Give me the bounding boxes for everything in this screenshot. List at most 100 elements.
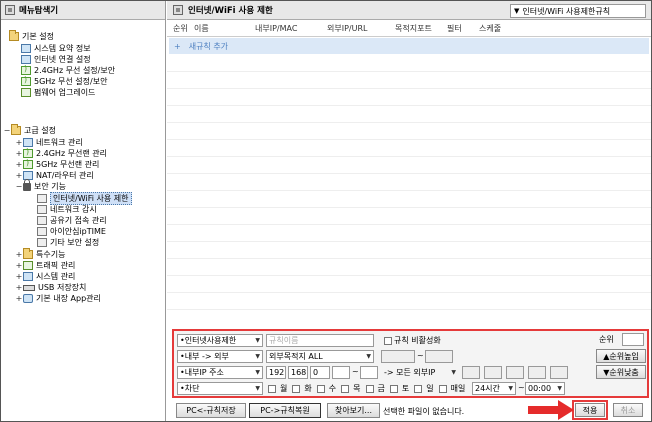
lock-icon bbox=[23, 178, 31, 191]
port-range-separator: ~ bbox=[417, 351, 424, 360]
tree-item-firmware-upgrade[interactable]: 펌웨어 업그레이드 bbox=[21, 87, 95, 98]
tree-item-iansim[interactable]: 아이안심ipTIME bbox=[37, 226, 106, 237]
tree-item-5ghz-mgmt[interactable]: + 5GHz 무선랜 관리 bbox=[15, 158, 99, 170]
expand-icon[interactable]: + bbox=[15, 294, 23, 303]
direction-select[interactable]: • 내부 -> 외부 ▼ bbox=[177, 350, 263, 363]
dest-ip-octet-2[interactable] bbox=[484, 366, 502, 379]
network-icon bbox=[23, 138, 33, 147]
tree-item-label: 트래픽 관리 bbox=[36, 261, 76, 270]
cancel-button[interactable]: 취소 bbox=[613, 403, 643, 417]
rule-list bbox=[167, 55, 651, 325]
priority-input[interactable] bbox=[622, 333, 644, 346]
expand-icon[interactable]: + bbox=[15, 272, 23, 281]
disable-rule-checkbox[interactable]: 규칙 비활성화 bbox=[384, 335, 441, 346]
tree-item-label: 기본 내장 App관리 bbox=[36, 294, 101, 303]
dest-ip-octet-1[interactable] bbox=[462, 366, 480, 379]
port-start-input[interactable] bbox=[381, 350, 415, 363]
expand-icon[interactable]: + bbox=[15, 283, 23, 292]
collapse-icon[interactable]: − bbox=[15, 182, 23, 191]
tree-item-traffic[interactable]: + 트래픽 관리 bbox=[15, 260, 75, 271]
checkbox-wed[interactable] bbox=[316, 384, 325, 393]
checkbox-mon[interactable] bbox=[268, 384, 276, 393]
col-filter: 필터 bbox=[447, 24, 462, 33]
checkbox-fri[interactable] bbox=[365, 384, 374, 393]
rule-name-input[interactable]: 규칙이름 bbox=[266, 334, 374, 347]
expand-icon[interactable]: + bbox=[15, 149, 23, 158]
ip-octet-1[interactable]: 192 bbox=[266, 366, 286, 379]
expand-icon[interactable]: + bbox=[15, 250, 23, 259]
tree-item-internet-setup[interactable]: 인터넷 연결 설정 bbox=[21, 54, 91, 65]
tree-item-network-monitor[interactable]: 네트워크 감시 bbox=[37, 204, 97, 215]
dropdown-arrow-icon: ▼ bbox=[255, 337, 260, 344]
checkbox-sun[interactable] bbox=[414, 384, 423, 393]
mode-select[interactable]: ▼ 인터넷/WiFi 사용제한규칙 bbox=[510, 4, 646, 18]
tree-item-internet-restrict[interactable]: 인터넷/WiFi 사용 제한 bbox=[37, 192, 132, 205]
priority-down-button[interactable]: ▼ 순위낮춤 bbox=[596, 365, 646, 379]
day-label: 수 bbox=[328, 384, 337, 393]
tree-item-router-access[interactable]: 공유기 접속 관리 bbox=[37, 215, 107, 226]
page-icon bbox=[173, 5, 183, 15]
add-rule-row[interactable]: + 새규칙 추가 bbox=[169, 38, 649, 54]
time-select[interactable]: 00:00 ▼ bbox=[525, 382, 565, 395]
dest-ip-select[interactable]: -> 모든 외부IP ▼ bbox=[381, 366, 459, 379]
port-end-input[interactable] bbox=[425, 350, 453, 363]
checkbox-tue[interactable] bbox=[292, 384, 301, 393]
rule-type-select[interactable]: • 인터넷사용제한 ▼ bbox=[177, 334, 263, 347]
tree-item-5ghz-wireless[interactable]: 5GHz 무선 설정/보안 bbox=[21, 75, 107, 87]
restore-rules-button[interactable]: PC->규칙복원 bbox=[249, 403, 321, 418]
tree-item-24ghz-wireless[interactable]: 2.4GHz 무선 설정/보안 bbox=[21, 64, 116, 76]
ip-octet-4[interactable] bbox=[332, 366, 350, 379]
expand-icon[interactable]: + bbox=[15, 160, 23, 169]
add-rule-label: 새규칙 추가 bbox=[188, 41, 229, 51]
dest-ip-octet-3[interactable] bbox=[506, 366, 524, 379]
hours-select[interactable]: 24시간 ▼ bbox=[472, 382, 516, 395]
browse-button[interactable]: 찾아보기... bbox=[327, 403, 380, 418]
rule-table-header: 순위 이름 내부IP/MAC 외부IP/URL 목적지포트 필터 스케줄 bbox=[167, 21, 651, 37]
app-icon bbox=[23, 294, 33, 303]
checkbox-daily[interactable] bbox=[438, 384, 447, 393]
tree-item-other-security[interactable]: 기타 보안 설정 bbox=[37, 237, 99, 248]
tree-item-label: NAT/라우터 관리 bbox=[36, 171, 94, 180]
src-type-select[interactable]: • 내부IP 주소 ▼ bbox=[177, 366, 263, 379]
mode-select-value: 인터넷/WiFi 사용제한규칙 bbox=[522, 6, 611, 16]
ip-octet-3[interactable]: 0 bbox=[310, 366, 330, 379]
dest-type-select[interactable]: 외부목적지 ALL ▼ bbox=[266, 350, 374, 363]
tree-item-special[interactable]: + 특수기능 bbox=[15, 248, 65, 260]
action-select[interactable]: • 차단 ▼ bbox=[177, 382, 263, 395]
save-rules-label: PC<-규칙저장 bbox=[186, 406, 236, 415]
tree-item-label: 공유기 접속 관리 bbox=[50, 216, 107, 225]
apply-button[interactable]: 적용 bbox=[575, 403, 605, 417]
ip-end-input[interactable] bbox=[360, 366, 378, 379]
checkbox-thu[interactable] bbox=[341, 384, 350, 393]
tree-item-security[interactable]: − 보안 기능 bbox=[15, 178, 66, 192]
expand-icon[interactable]: + bbox=[15, 138, 23, 147]
tree-item-usb[interactable]: + USB 저장장치 bbox=[15, 282, 87, 293]
restore-rules-label: PC->규칙복원 bbox=[260, 406, 310, 415]
tree-item-apps[interactable]: + 기본 내장 App관리 bbox=[15, 293, 101, 304]
rule-type-value: 인터넷사용제한 bbox=[184, 336, 237, 345]
save-rules-to-pc-button[interactable]: PC<-규칙저장 bbox=[176, 403, 246, 418]
menu-explorer-icon bbox=[5, 5, 15, 15]
col-dest-port: 목적지포트 bbox=[395, 24, 432, 33]
ip-octet-2[interactable]: 168 bbox=[288, 366, 308, 379]
cancel-label: 취소 bbox=[620, 405, 636, 415]
expand-icon[interactable]: + bbox=[15, 171, 23, 180]
dest-ip-end[interactable] bbox=[550, 366, 568, 379]
tree-advanced-settings-label: 고급 설정 bbox=[24, 126, 56, 135]
collapse-icon[interactable]: − bbox=[3, 126, 11, 135]
tree-advanced-settings[interactable]: − 고급 설정 bbox=[3, 124, 56, 136]
tree-item-label: 네트워크 감시 bbox=[50, 205, 97, 214]
tree-item-label: 2.4GHz 무선 설정/보안 bbox=[34, 66, 116, 75]
checkbox-sat[interactable] bbox=[389, 384, 398, 393]
tree-item-system-mgmt[interactable]: + 시스템 관리 bbox=[15, 271, 75, 282]
col-internal-ip: 내부IP/MAC bbox=[255, 24, 298, 33]
tree-basic-settings[interactable]: 기본 설정 bbox=[9, 30, 54, 42]
dest-ip-octet-4[interactable] bbox=[528, 366, 546, 379]
tree-item-label: 시스템 요약 정보 bbox=[34, 44, 91, 53]
wifi-icon bbox=[21, 64, 31, 75]
priority-up-button[interactable]: ▲ 순위높임 bbox=[596, 349, 646, 363]
dropdown-arrow-icon: ▼ bbox=[255, 369, 260, 376]
expand-icon[interactable]: + bbox=[15, 261, 23, 270]
tree-item-system-summary[interactable]: 시스템 요약 정보 bbox=[21, 43, 91, 54]
day-label: 금 bbox=[377, 384, 385, 393]
